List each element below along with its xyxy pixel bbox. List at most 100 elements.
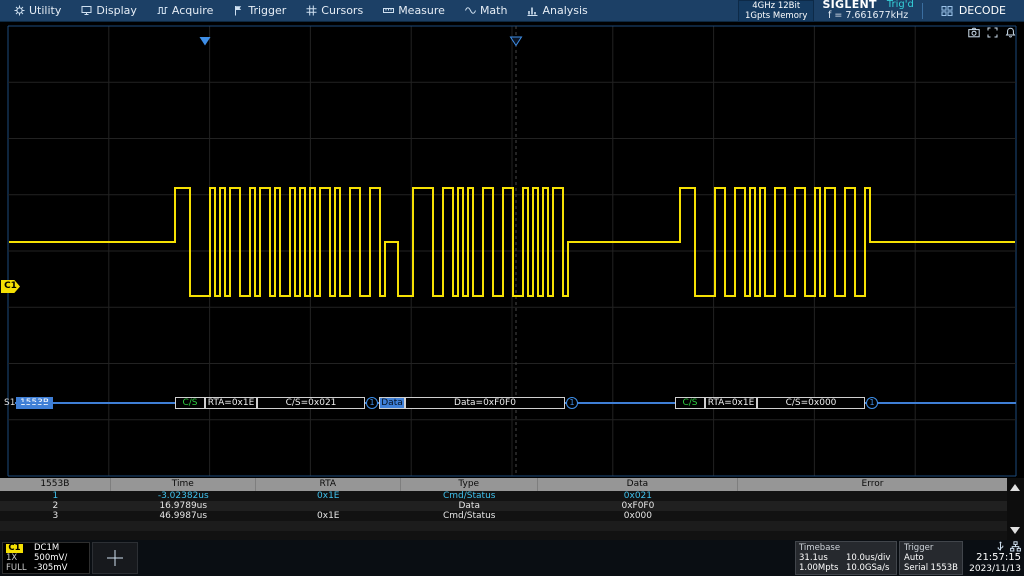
trigger-title: Trigger [904,543,958,553]
clock-widget: 21:57:15 2023/11/13 [959,541,1021,575]
decode-table-body: 1-3.02382us0x1ECmd/Status0x021216.9789us… [0,491,1007,531]
menu-item-label: Analysis [542,4,587,17]
column-header-time[interactable]: Time [111,478,256,491]
table-scrollbar[interactable] [1007,478,1024,540]
channel-scale: 500mV/ [34,553,86,563]
decode-bus: S1 1553B C/SRTA=0x1EC/S=0x0211DataData=0… [0,396,1024,410]
decode-segment: RTA=0x1E [205,397,257,409]
column-header-error[interactable]: Error [738,478,1007,491]
status-icons [959,541,1021,552]
menu-item-acquire[interactable]: Acquire [147,0,223,21]
menu-item-math[interactable]: Math [455,0,518,21]
brand-logo: SIGLENT [822,0,876,10]
oscilloscope-screen: Utility Display Acquire Trigger Cursors Measu… [0,0,1024,576]
decode-label: DECODE [959,4,1006,17]
table-cell: 2 [0,501,111,511]
channel-badge: C1 [6,544,23,553]
display-icon [81,5,92,16]
table-row[interactable]: 216.9789us Data0xF0F0 [0,501,1007,511]
menu-item-display[interactable]: Display [71,0,147,21]
utility-icon [14,5,25,16]
table-cell: 1 [0,491,111,501]
channel-bandwidth: FULL [6,563,34,573]
spec-line1: 4GHz 12Bit [745,1,807,11]
decode-segment: C/S [675,397,705,409]
menu-item-cursors[interactable]: Cursors [296,0,373,21]
trigger-panel[interactable]: Trigger Auto Serial 1553B [899,541,963,575]
column-header-1553b[interactable]: 1553B [0,478,111,491]
bus-label: S1 [4,398,15,408]
table-cell: 3 [0,511,111,521]
camera-icon[interactable] [968,27,980,38]
add-channel-panel[interactable] [92,542,138,574]
menu-item-measure[interactable]: Measure [373,0,455,21]
menu-item-label: Acquire [172,4,213,17]
table-cell: Cmd/Status [401,511,538,521]
trigger-mode: Auto [904,553,958,563]
table-row[interactable]: 1-3.02382us0x1ECmd/Status0x021 [0,491,1007,501]
word-count-bubble: 1 [566,397,578,409]
table-cell: -3.02382us [111,491,256,501]
timebase-panel[interactable]: Timebase 31.1us 10.0us/div 1.00Mpts 10.0… [795,541,897,575]
fullscreen-icon[interactable] [987,27,998,38]
decode-icon [941,5,953,17]
clock-time: 21:57:15 [959,552,1021,564]
menu-item-label: Cursors [321,4,363,17]
channel-probe: 1X [6,553,34,563]
column-header-rta[interactable]: RTA [256,478,401,491]
math-icon [465,5,476,16]
clock-date: 2023/11/13 [959,564,1021,575]
word-count-bubble: 1 [366,397,378,409]
scroll-down-button[interactable] [1010,527,1020,534]
menu-item-utility[interactable]: Utility [4,0,71,21]
column-header-type[interactable]: Type [401,478,538,491]
menu-item-label: Display [96,4,137,17]
timebase-delay: 31.1us [799,553,846,563]
table-cell: 0xF0F0 [538,501,738,511]
menu-item-label: Math [480,4,508,17]
timebase-points: 1.00Mpts [799,563,846,573]
menu-item-label: Measure [398,4,445,17]
trigger-type: Serial [904,563,928,573]
corner-icons [968,27,1016,38]
table-cell: 0x021 [538,491,738,501]
menu-bar: Utility Display Acquire Trigger Cursors Measu… [0,0,1024,22]
menu-items: Utility Display Acquire Trigger Cursors Measu… [0,0,598,21]
menu-item-analysis[interactable]: Analysis [517,0,597,21]
trigger-status: Trig'd [887,0,914,10]
table-cell: 0x1E [256,511,401,521]
spec-line2: 1Gpts Memory [745,11,807,21]
decode-button[interactable]: DECODE [931,0,1016,21]
bell-icon[interactable] [1005,27,1016,38]
timebase-scale: 10.0us/div [846,553,893,563]
channel-offset: -305mV [34,563,86,573]
table-empty-row [0,521,1007,531]
decode-table-header: 1553BTimeRTATypeDataError [0,478,1007,491]
menubar-right: 4GHz 12Bit 1Gpts Memory SIGLENT Trig'd f… [738,0,1024,21]
decode-segment: C/S [175,397,205,409]
channel-coupling: DC1M [34,543,86,553]
table-cell: Data [401,501,538,511]
status-bar: C1 DC1M 1X 500mV/ FULL -305mV Timebase 3… [0,540,1024,576]
scroll-up-button[interactable] [1010,484,1020,491]
table-cell: 46.9987us [111,511,256,521]
cursors-icon [306,5,317,16]
menu-item-trigger[interactable]: Trigger [223,0,296,21]
table-row[interactable]: 346.9987us0x1ECmd/Status0x000 [0,511,1007,521]
lan-icon [1010,541,1021,552]
system-spec: 4GHz 12Bit 1Gpts Memory [738,0,814,22]
separator [922,3,923,19]
menu-item-label: Utility [29,4,61,17]
usb-icon [995,541,1006,552]
channel-info-c1[interactable]: C1 DC1M 1X 500mV/ FULL -305mV [2,542,90,574]
plus-icon [105,548,125,568]
trigger-bus: 1553B [931,563,958,573]
decode-segment: C/S=0x000 [757,397,865,409]
table-cell: 16.9789us [111,501,256,511]
decode-segment: RTA=0x1E [705,397,757,409]
timebase-title: Timebase [799,543,846,553]
table-cell: 0x000 [538,511,738,521]
decode-table: 1553BTimeRTATypeDataError 1-3.02382us0x1… [0,478,1007,540]
column-header-data[interactable]: Data [538,478,738,491]
word-count-bubble: 1 [866,397,878,409]
